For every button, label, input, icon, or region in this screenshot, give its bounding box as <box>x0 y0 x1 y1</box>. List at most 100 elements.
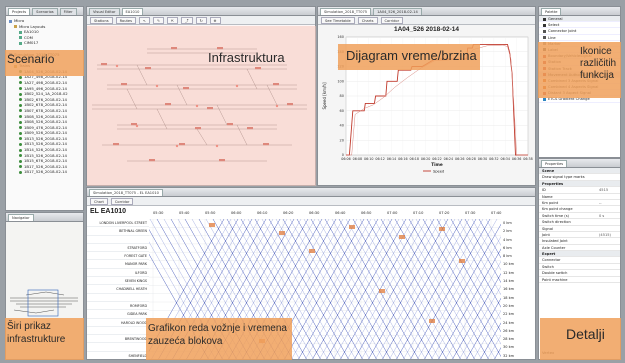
station-label <box>87 327 149 336</box>
graph-label: Grafikon reda vožnje i vremena zauzeća b… <box>148 323 287 347</box>
time-tick-label: 06:00 <box>231 211 242 215</box>
palette-item-icon <box>543 60 546 64</box>
palette-item-label: Connector Joint <box>548 29 577 34</box>
property-key: Draw signal type marks <box>542 175 585 180</box>
tab-projects[interactable]: Projects <box>8 7 31 15</box>
property-key: Insulated Joint <box>542 239 568 244</box>
palette-item[interactable]: ETCS Gradient Change <box>539 96 620 103</box>
infra-label: Infrastruktura <box>208 50 285 65</box>
palette-item-label: Line <box>548 35 556 40</box>
route-tool-icon[interactable]: ⤴ <box>181 16 193 24</box>
train-label: 1B08_526_2018-02-14 <box>24 119 67 125</box>
legend-label: Speed <box>433 169 444 173</box>
time-tick-label: 07:00 <box>387 211 398 215</box>
property-value <box>599 257 620 262</box>
property-value <box>599 219 620 224</box>
train-item[interactable]: 1B17_526_2018-02-14 <box>9 169 80 175</box>
property-key: Properties <box>542 181 564 186</box>
refresh-icon[interactable]: ↻ <box>195 16 207 24</box>
tab-train-1a04[interactable]: 1A04_526_2018-02-14 <box>373 7 422 15</box>
palette-item-label: Distant 3 Aspect Signal <box>548 91 591 96</box>
train-icon <box>19 142 22 146</box>
palette-item-icon <box>543 17 546 21</box>
chart-tab[interactable]: Chart <box>90 197 108 205</box>
train-icon <box>19 165 22 169</box>
diagram-label: Dijagram vreme/brzina <box>346 48 477 63</box>
stations-button[interactable]: Stations <box>90 16 113 24</box>
palette-item-icon <box>543 97 546 101</box>
scenario-label: Scenario <box>7 52 55 66</box>
station-label: GIDEA PARK <box>87 310 149 319</box>
km-label: 32 km <box>503 353 515 358</box>
corridor-tab[interactable]: Corridor <box>380 16 404 24</box>
station-label <box>87 294 149 302</box>
pen-tool-icon[interactable]: ✎ <box>152 16 164 24</box>
time-tick-label: 05:30 <box>153 211 164 215</box>
charts-tab[interactable]: Charts <box>357 16 378 24</box>
graph-corridor-tab[interactable]: Corridor <box>110 197 134 205</box>
train-label: 1A27_498_2018-02-14 <box>24 79 67 85</box>
km-label: 8 km <box>503 254 512 259</box>
km-label: 24 km <box>503 320 515 325</box>
train-label: 1B07_678_2018-02-14 <box>24 107 67 113</box>
train-list: 1A04_526_2018-02-14 1A27_498_2018-02-14 1A… <box>9 69 80 175</box>
routes-button[interactable]: Routes <box>115 16 136 24</box>
train-label: 1B13_526_2018-02-14 <box>24 141 67 147</box>
time-tick-label: 07:30 <box>465 211 476 215</box>
tab-graph[interactable]: Simulation_2018_TT075 - EL EA1010 <box>89 188 163 196</box>
y-tick-label: 120 <box>337 65 344 69</box>
project-tree: Micro Micro Layouts EA1010 COM CIM017 Si… <box>6 16 83 177</box>
km-label: 28 km <box>503 337 515 342</box>
km-label: 6 km <box>503 245 512 250</box>
tab-infra-0[interactable]: Visual Editor <box>89 7 120 15</box>
x-tick-label: 06:30 <box>478 157 488 161</box>
time-tick-label: 06:40 <box>335 211 346 215</box>
train-label: 1B15_676_2018-02-14 <box>24 158 67 164</box>
graph-subtabs: Chart Corridor <box>87 197 535 206</box>
tab-properties[interactable]: Properties <box>541 159 568 167</box>
property-value: 0 s <box>599 213 605 218</box>
see-timetable-tab[interactable]: See Timetable <box>321 16 355 24</box>
y-tick-label: 100 <box>337 79 344 83</box>
infrastructure-canvas[interactable] <box>87 25 315 185</box>
km-label: 18 km <box>503 295 515 300</box>
zoom-icon[interactable]: ⊕ <box>209 16 221 24</box>
train-label: 1B17_526_2018-02-14 <box>24 169 67 175</box>
km-label: 10 km <box>503 262 515 267</box>
property-value <box>599 264 620 269</box>
station-label: BRENTWOOD <box>87 335 149 344</box>
tab-palette[interactable]: Palette <box>541 7 562 15</box>
property-row[interactable]: Point machine <box>539 277 620 284</box>
tab-simulation[interactable]: Simulation_2018_TT075 <box>320 7 372 15</box>
train-icon <box>19 109 22 113</box>
infra-editor-panel: Visual Editor EA1010 Stations Routes ↖ ✎ … <box>86 6 316 186</box>
x-tick-label: 06:12 <box>375 157 385 161</box>
y-axis-label: Speed [km/h] <box>322 82 327 109</box>
pointer-tool-icon[interactable]: ⇱ <box>167 16 179 24</box>
tab-filter[interactable]: Filter <box>59 7 77 15</box>
station-list: LONDON LIVERPOOL STREET BETHNAL GREEN STRA… <box>87 219 149 359</box>
tab-infra-1[interactable]: EA1010 <box>121 7 144 15</box>
x-tick-label: 06:18 <box>409 157 419 161</box>
property-value <box>599 206 620 211</box>
km-label: 2 km <box>503 229 512 234</box>
km-label: 4 km <box>503 237 512 242</box>
palette-item-icon <box>543 29 546 33</box>
property-key: Km point change <box>542 207 573 212</box>
palette-item-icon <box>543 91 546 95</box>
x-axis-label: Time <box>431 162 443 167</box>
infra-toolbar: Stations Routes ↖ ✎ ⇱ ⤴ ↻ ⊕ <box>87 16 315 25</box>
property-value <box>599 174 620 179</box>
km-label: 16 km <box>503 287 515 292</box>
y-tick-label: 160 <box>337 35 344 39</box>
palette-item-label: Station Track <box>548 66 572 71</box>
station-label: ROMFORD <box>87 302 149 311</box>
select-tool-icon[interactable]: ↖ <box>138 16 150 24</box>
train-icon <box>19 75 22 79</box>
train-icon <box>19 137 22 141</box>
palette-item-icon <box>543 54 546 58</box>
y-tick-label: 80 <box>340 94 344 98</box>
x-tick-label: 06:10 <box>364 157 374 161</box>
tab-scenarios[interactable]: Scenarios <box>32 7 58 15</box>
tab-navigator[interactable]: Navigator <box>8 213 34 221</box>
